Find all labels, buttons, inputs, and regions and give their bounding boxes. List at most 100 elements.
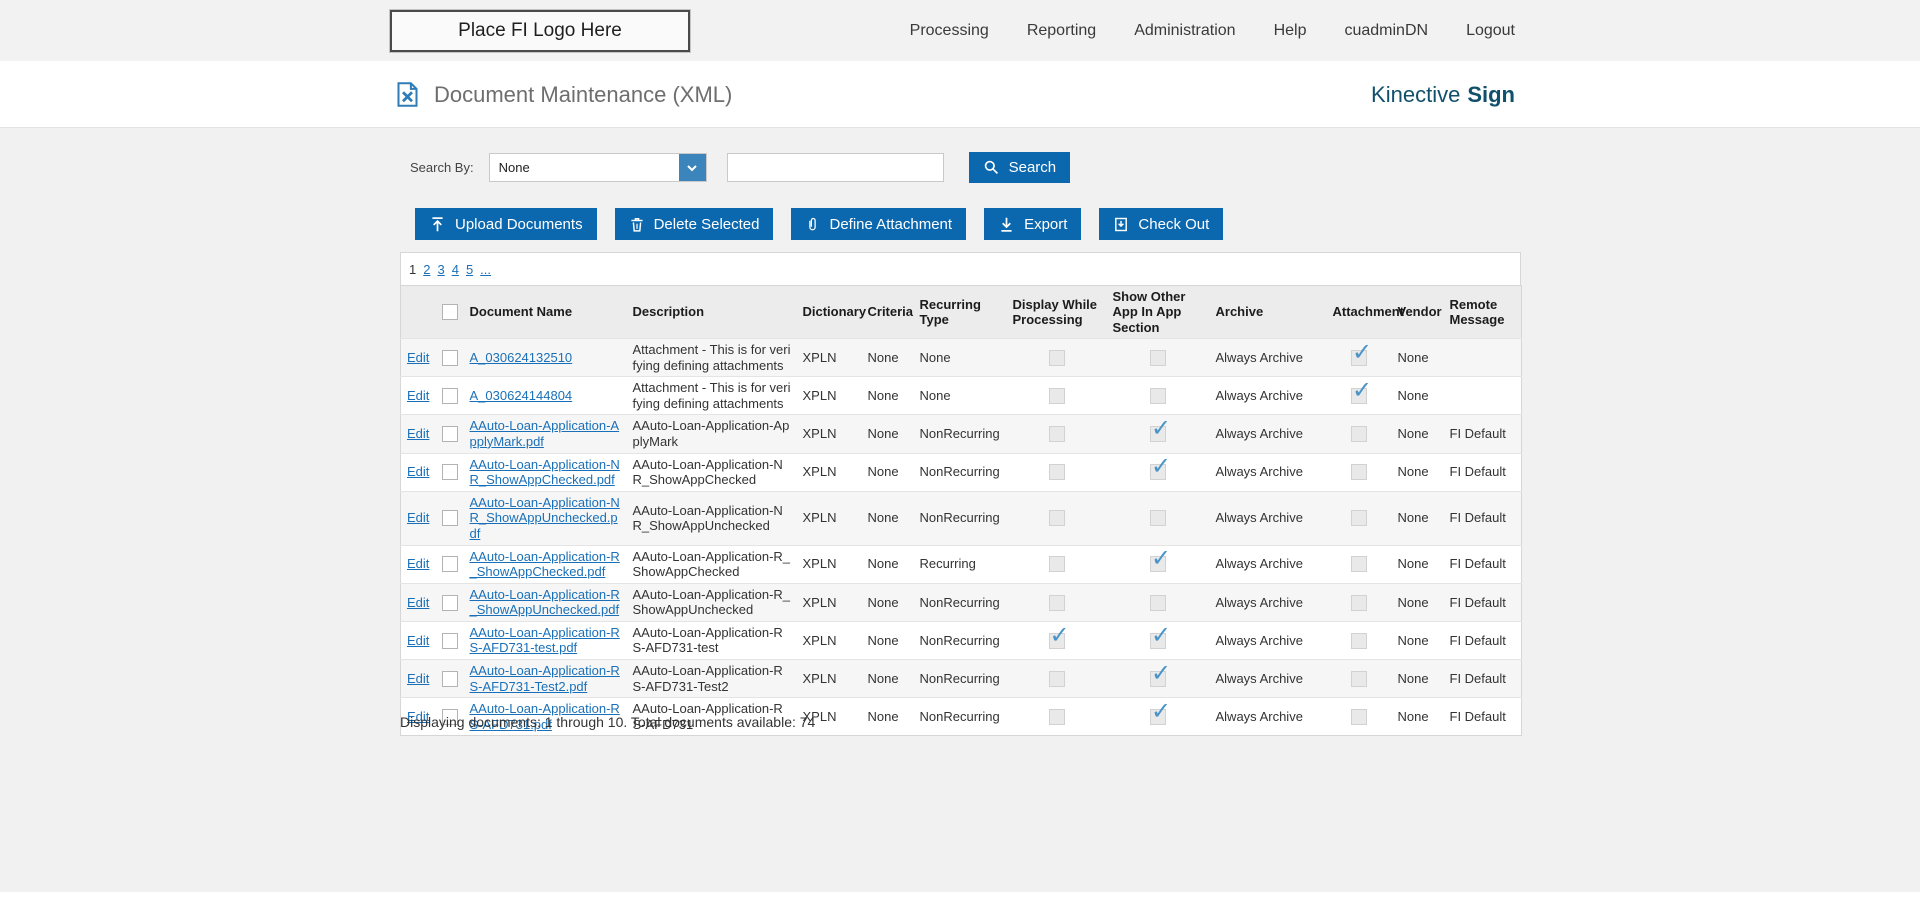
edit-link[interactable]: Edit xyxy=(407,556,429,571)
nav-link[interactable]: Processing xyxy=(910,22,989,40)
export-button[interactable]: Export xyxy=(984,208,1082,240)
nav-link[interactable]: Logout xyxy=(1466,22,1515,40)
attachment-checkbox xyxy=(1351,632,1367,649)
archive-cell: Always Archive xyxy=(1215,709,1303,725)
chevron-down-icon[interactable] xyxy=(678,154,706,181)
dictionary-cell: XPLN xyxy=(802,349,837,365)
row-checkbox[interactable] xyxy=(441,426,458,443)
pagination-page-link[interactable]: 5 xyxy=(466,262,473,277)
check-out-button[interactable]: Check Out xyxy=(1099,208,1224,240)
archive-cell: Always Archive xyxy=(1215,632,1303,648)
brand-suffix: Sign xyxy=(1467,81,1515,107)
upload-documents-label: Upload Documents xyxy=(455,215,583,233)
search-by-select[interactable]: None xyxy=(488,153,707,182)
nav-link[interactable]: Help xyxy=(1274,22,1307,40)
attachment-checkbox xyxy=(1351,709,1367,726)
recurring-type-cell: NonRecurring xyxy=(919,510,1000,526)
row-checkbox[interactable] xyxy=(441,464,458,481)
document-name-link[interactable]: AAuto-Loan-Application-NR_ShowAppUncheck… xyxy=(470,495,620,541)
row-checkbox[interactable] xyxy=(441,632,458,649)
select-all-checkbox[interactable] xyxy=(441,304,458,321)
bottom-strip xyxy=(0,892,1920,901)
dictionary-cell: XPLN xyxy=(802,632,837,648)
description-cell: AAuto-Loan-Application-RS-AFD731-test xyxy=(632,624,783,656)
edit-link[interactable]: Edit xyxy=(407,510,429,525)
nav-link[interactable]: Reporting xyxy=(1027,22,1096,40)
recurring-type-cell: NonRecurring xyxy=(919,464,1000,480)
remote-message-cell: FI Default xyxy=(1449,709,1506,725)
dictionary-cell: XPLN xyxy=(802,670,837,686)
trash-icon xyxy=(629,216,645,233)
recurring-type-cell: NonRecurring xyxy=(919,426,1000,442)
upload-documents-button[interactable]: Upload Documents xyxy=(415,208,597,240)
document-name-link[interactable]: A_030624144804 xyxy=(470,388,573,403)
col-header-document-name: Document Name xyxy=(469,304,573,320)
page-title: Document Maintenance (XML) xyxy=(434,81,733,107)
document-name-link[interactable]: AAuto-Loan-Application-R_ShowAppChecked.… xyxy=(470,549,620,580)
fi-logo-placeholder: Place FI Logo Here xyxy=(389,9,691,53)
pagination-page-link[interactable]: 3 xyxy=(437,262,444,277)
col-header-remote-message: Remote Message xyxy=(1449,296,1505,327)
search-button-label: Search xyxy=(1008,159,1057,176)
row-checkbox[interactable] xyxy=(441,510,458,527)
archive-cell: Always Archive xyxy=(1215,556,1303,572)
remote-message-cell: FI Default xyxy=(1449,464,1506,480)
archive-cell: Always Archive xyxy=(1215,426,1303,442)
define-attachment-label: Define Attachment xyxy=(829,215,953,233)
col-header-attachment: Attachment xyxy=(1332,304,1405,320)
criteria-cell: None xyxy=(867,556,899,572)
nav-link[interactable]: Administration xyxy=(1134,22,1235,40)
search-by-label: Search By: xyxy=(410,160,474,175)
recurring-type-cell: NonRecurring xyxy=(919,709,1000,725)
pagination-page-link[interactable]: 2 xyxy=(423,262,430,277)
show-other-app-checkbox xyxy=(1150,510,1166,527)
pagination-page-link[interactable]: 4 xyxy=(452,262,459,277)
row-checkbox[interactable] xyxy=(441,594,458,611)
top-bar: Place FI Logo Here Processing Reporting Ad… xyxy=(0,0,1920,61)
col-header-show-other-app: Show Other App In App Section xyxy=(1112,289,1186,335)
edit-link[interactable]: Edit xyxy=(407,388,429,403)
row-checkbox[interactable] xyxy=(441,388,458,405)
recurring-type-cell: NonRecurring xyxy=(919,632,1000,648)
edit-link[interactable]: Edit xyxy=(407,633,429,648)
document-name-link[interactable]: AAuto-Loan-Application-RS-AFD731-test.pd… xyxy=(470,625,620,656)
define-attachment-button[interactable]: Define Attachment xyxy=(791,208,967,240)
vendor-cell: None xyxy=(1397,556,1429,572)
display-while-processing-checkbox xyxy=(1048,510,1065,527)
table-row: Edit AAuto-Loan-Application-NR_ShowAppCh… xyxy=(400,453,1522,491)
search-row: Search By: None Search xyxy=(410,152,1071,183)
archive-cell: Always Archive xyxy=(1215,594,1303,610)
document-name-link[interactable]: A_030624132510 xyxy=(470,350,573,365)
criteria-cell: None xyxy=(867,670,899,686)
description-cell: AAuto-Loan-Application-ApplyMark xyxy=(632,418,790,449)
row-checkbox[interactable] xyxy=(441,670,458,687)
edit-link[interactable]: Edit xyxy=(407,350,429,365)
vendor-cell: None xyxy=(1397,387,1429,403)
display-while-processing-checkbox xyxy=(1048,594,1065,611)
nav-link[interactable]: cuadminDN xyxy=(1344,22,1428,40)
attachment-checkbox xyxy=(1351,426,1367,443)
row-checkbox[interactable] xyxy=(441,556,458,573)
search-by-selected-value: None xyxy=(498,160,530,175)
delete-selected-button[interactable]: Delete Selected xyxy=(614,208,774,240)
display-while-processing-checkbox xyxy=(1048,670,1065,687)
pagination-page-link[interactable]: ... xyxy=(480,262,491,277)
fi-logo-text: Place FI Logo Here xyxy=(458,20,622,41)
remote-message-cell: FI Default xyxy=(1449,556,1506,572)
edit-link[interactable]: Edit xyxy=(407,426,429,441)
export-icon xyxy=(998,216,1015,233)
document-name-link[interactable]: AAuto-Loan-Application-R_ShowAppUnchecke… xyxy=(470,587,620,618)
search-input[interactable] xyxy=(726,153,944,182)
table-row: Edit AAuto-Loan-Application-RS-AFD731-Te… xyxy=(400,659,1522,698)
document-name-link[interactable]: AAuto-Loan-Application-ApplyMark.pdf xyxy=(470,418,620,449)
search-button[interactable]: Search xyxy=(968,152,1071,183)
row-checkbox[interactable] xyxy=(441,349,458,366)
description-cell: AAuto-Loan-Application-R_ShowAppUnchecke… xyxy=(632,586,791,618)
attachment-checkbox xyxy=(1351,670,1367,687)
edit-link[interactable]: Edit xyxy=(407,464,429,479)
document-name-link[interactable]: AAuto-Loan-Application-NR_ShowAppChecked… xyxy=(470,457,620,488)
attachment-checkbox xyxy=(1351,556,1367,573)
document-name-link[interactable]: AAuto-Loan-Application-RS-AFD731-Test2.p… xyxy=(470,663,620,694)
edit-link[interactable]: Edit xyxy=(407,595,429,610)
edit-link[interactable]: Edit xyxy=(407,671,429,686)
